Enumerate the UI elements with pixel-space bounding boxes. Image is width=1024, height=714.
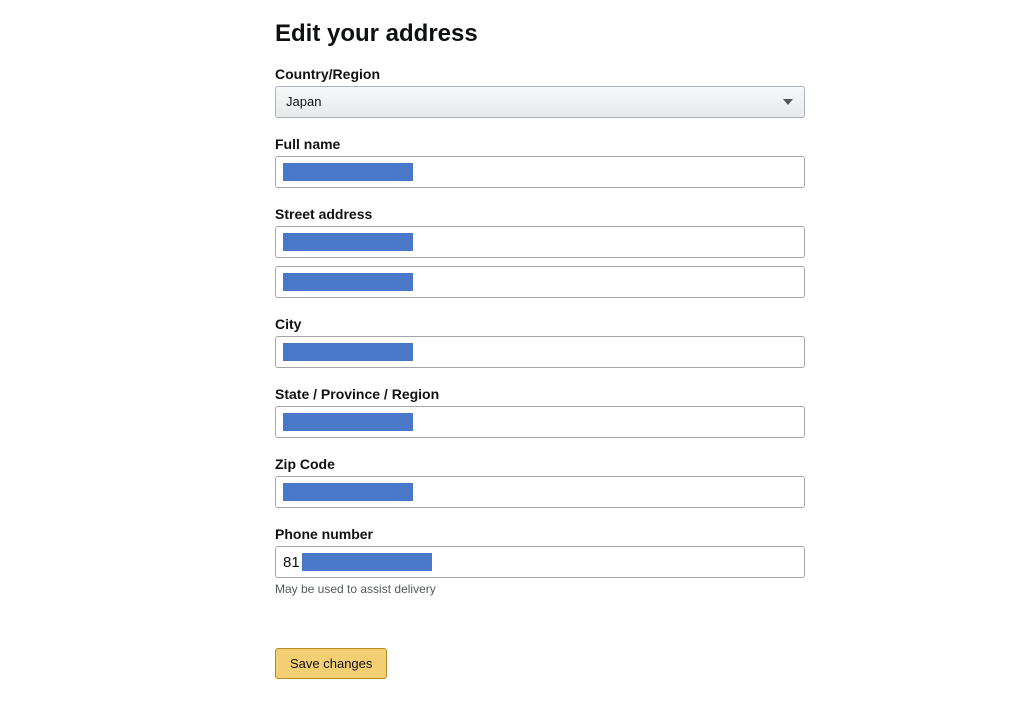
redacted-content [283,273,413,291]
country-region-group: Country/Region Japan [275,66,805,118]
street-address-group: Street address [275,206,805,298]
phone-label: Phone number [275,526,805,542]
redacted-content [283,343,413,361]
country-region-label: Country/Region [275,66,805,82]
redacted-content [283,483,413,501]
country-region-select[interactable]: Japan [275,86,805,118]
redacted-content [283,413,413,431]
redacted-content [283,163,413,181]
zip-label: Zip Code [275,456,805,472]
save-changes-button[interactable]: Save changes [275,648,387,679]
city-label: City [275,316,805,332]
phone-prefix: 81 [283,554,300,571]
redacted-content [302,553,432,571]
edit-address-form: Edit your address Country/Region Japan F… [275,20,805,679]
full-name-input[interactable] [275,156,805,188]
zip-input[interactable] [275,476,805,508]
country-region-value: Japan [275,86,805,118]
city-group: City [275,316,805,368]
state-group: State / Province / Region [275,386,805,438]
zip-group: Zip Code [275,456,805,508]
city-input[interactable] [275,336,805,368]
state-input[interactable] [275,406,805,438]
full-name-group: Full name [275,136,805,188]
phone-hint: May be used to assist delivery [275,582,805,596]
redacted-content [283,233,413,251]
phone-group: Phone number 81 [275,526,805,578]
street-address-input-1[interactable] [275,226,805,258]
full-name-label: Full name [275,136,805,152]
street-address-input-2[interactable] [275,266,805,298]
page-title: Edit your address [275,20,805,48]
state-label: State / Province / Region [275,386,805,402]
street-address-label: Street address [275,206,805,222]
phone-input[interactable]: 81 [275,546,805,578]
